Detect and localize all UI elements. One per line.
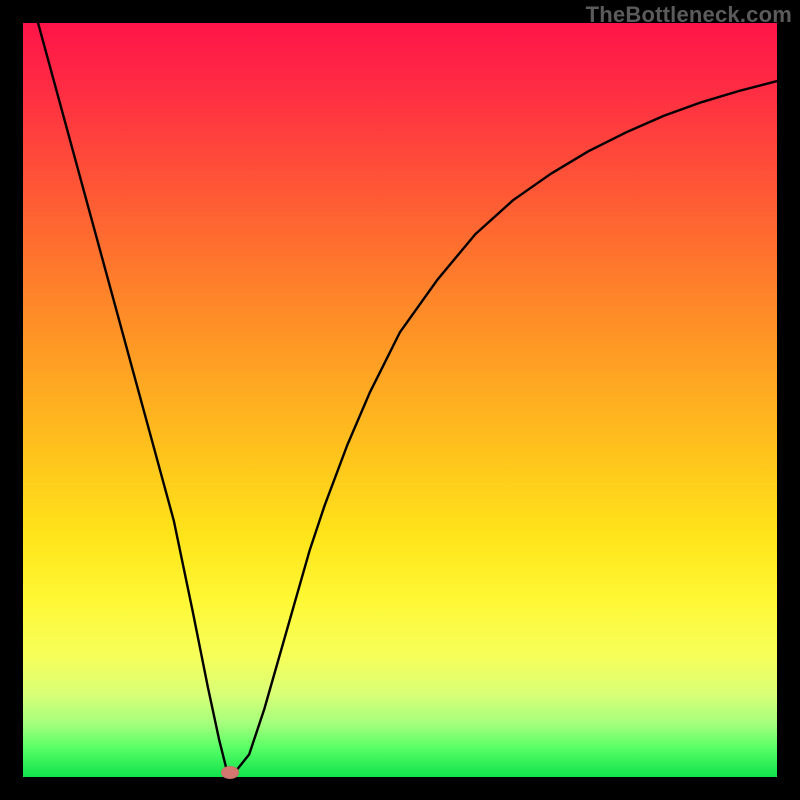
watermark-text: TheBottleneck.com xyxy=(586,2,792,28)
optimum-marker xyxy=(221,766,239,779)
chart-frame: TheBottleneck.com xyxy=(0,0,800,800)
plot-area xyxy=(23,23,777,777)
bottleneck-curve xyxy=(23,23,777,777)
